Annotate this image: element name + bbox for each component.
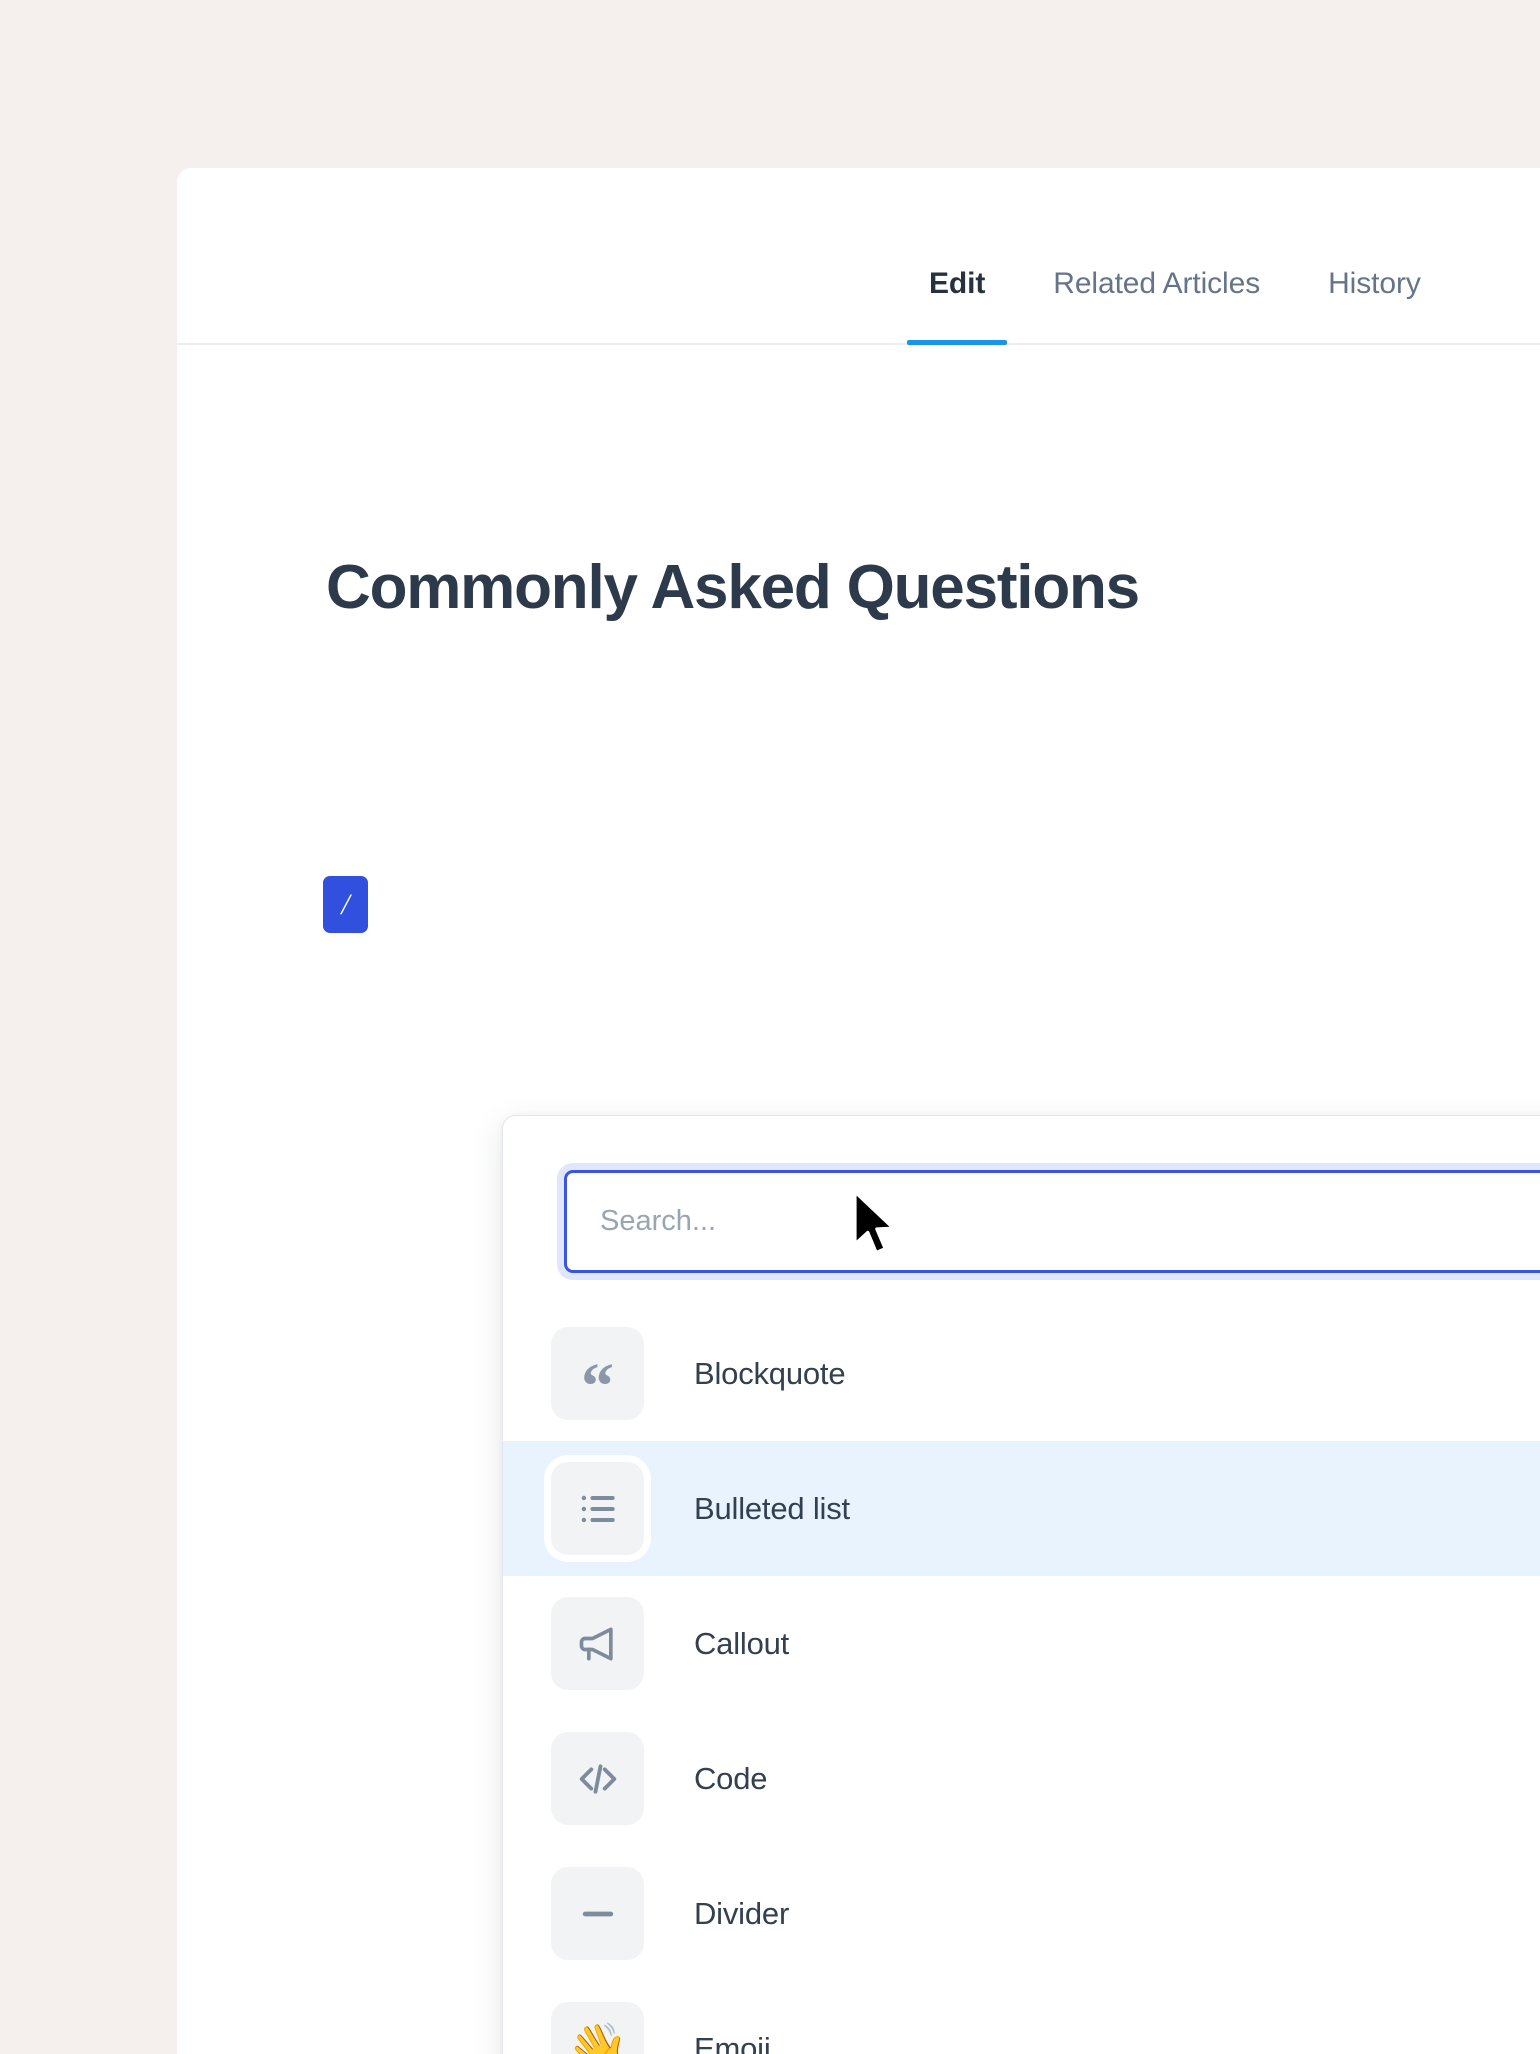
waving-hand-emoji-icon: 👋 <box>551 2002 644 2054</box>
menu-item-label: Divider <box>694 1896 789 1932</box>
megaphone-icon <box>551 1597 644 1690</box>
menu-item-label: Callout <box>694 1626 789 1662</box>
menu-item-callout[interactable]: Callout <box>503 1576 1540 1711</box>
menu-item-emoji[interactable]: 👋 Emoji <box>503 1981 1540 2054</box>
tab-history-label: History <box>1328 267 1421 300</box>
blockquote-icon: “ <box>551 1327 644 1420</box>
emoji-glyph: 👋 <box>566 2024 628 2054</box>
menu-item-label: Code <box>694 1761 767 1797</box>
menu-item-blockquote[interactable]: “ Blockquote <box>503 1306 1540 1441</box>
tab-bar: Edit Related Articles History <box>177 168 1540 345</box>
tab-history[interactable]: History <box>1294 269 1455 343</box>
tab-edit[interactable]: Edit <box>895 269 1019 343</box>
divider-icon <box>551 1867 644 1960</box>
menu-item-code[interactable]: Code <box>503 1711 1540 1846</box>
menu-item-divider[interactable]: Divider <box>503 1846 1540 1981</box>
tab-related-articles[interactable]: Related Articles <box>1019 269 1294 343</box>
menu-item-label: Emoji <box>694 2031 771 2054</box>
article-card: Edit Related Articles History Commonly A… <box>177 168 1540 2054</box>
menu-item-label: Blockquote <box>694 1356 845 1392</box>
tab-edit-label: Edit <box>929 267 985 300</box>
slash-command-menu: “ Blockquote <box>502 1115 1540 2054</box>
code-icon <box>551 1732 644 1825</box>
search-input[interactable] <box>564 1170 1540 1273</box>
tab-related-articles-label: Related Articles <box>1053 267 1260 300</box>
menu-item-label: Bulleted list <box>694 1491 850 1527</box>
slash-search-wrapper <box>564 1170 1540 1273</box>
page-title: Commonly Asked Questions <box>326 554 1139 622</box>
tab-strip: Edit Related Articles History <box>895 269 1455 343</box>
slash-command-token[interactable]: / <box>323 876 368 933</box>
menu-item-bulleted-list[interactable]: Bulleted list <box>503 1441 1540 1576</box>
bulleted-list-icon <box>551 1462 644 1555</box>
slash-command-list: “ Blockquote <box>503 1306 1540 2054</box>
